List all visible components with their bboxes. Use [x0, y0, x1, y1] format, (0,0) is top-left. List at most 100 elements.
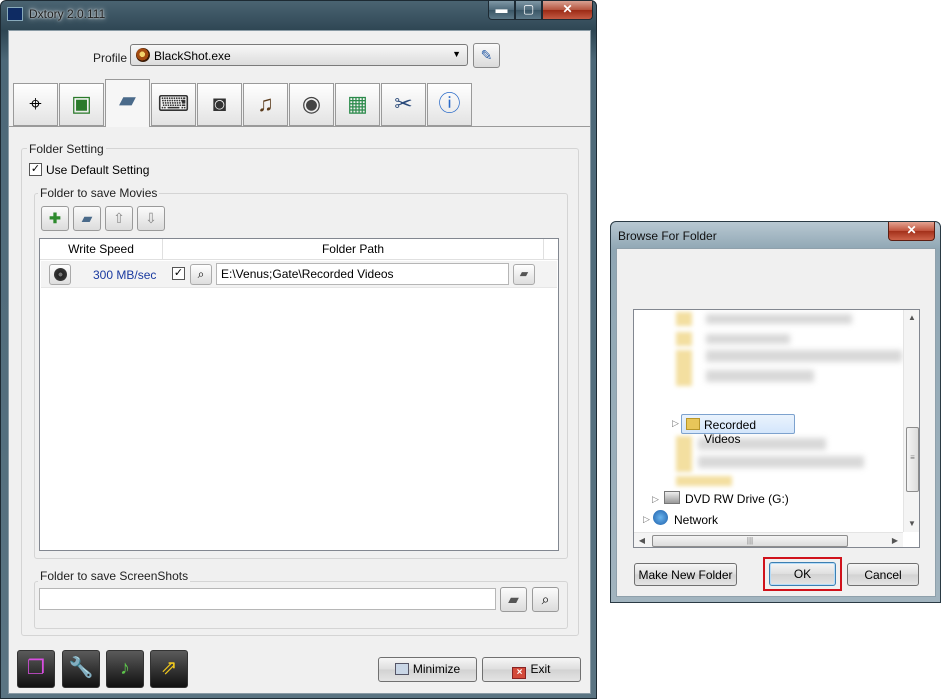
- camcorder-icon: ◙: [212, 91, 227, 116]
- disk-benchmark-button[interactable]: [49, 264, 71, 285]
- expand-arrow-icon[interactable]: ▷: [643, 514, 650, 525]
- tab-8[interactable]: ✂: [381, 83, 426, 126]
- cancel-button[interactable]: Cancel: [847, 563, 919, 586]
- tab-2[interactable]: ▰: [105, 79, 150, 127]
- redacted-entry: [706, 334, 790, 344]
- overlay-toggle-button[interactable]: ❐: [17, 650, 55, 688]
- tree-item-recorded-videos[interactable]: Recorded Videos: [681, 414, 795, 446]
- folder-path-input[interactable]: E:\Venus;Gate\Recorded Videos: [216, 263, 509, 285]
- settings-wrench-button[interactable]: 🔧: [62, 650, 100, 688]
- folder-open-icon: ▰: [508, 591, 519, 607]
- browse-folder-dialog: Browse For Folder ✕ ▷ Recorded Videos ▷ …: [610, 221, 941, 603]
- column-header-write-speed[interactable]: Write Speed: [40, 239, 163, 260]
- redacted-folder-icon: [676, 436, 692, 472]
- profile-dropdown[interactable]: BlackShot.exe ▼: [130, 44, 468, 66]
- arrow-down-icon: ⇩: [145, 210, 157, 226]
- magnifier-icon: ⌕: [541, 591, 550, 607]
- dialog-close-button[interactable]: ✕: [888, 222, 935, 241]
- screenshots-search-button[interactable]: ⌕: [532, 587, 559, 612]
- tab-7[interactable]: ▦: [335, 83, 380, 126]
- profile-app-icon: [136, 48, 150, 62]
- tab-9[interactable]: ⓘ: [427, 83, 472, 126]
- ok-button[interactable]: OK: [769, 562, 836, 586]
- folder-open-icon: ▰: [519, 268, 529, 280]
- vertical-scrollbar[interactable]: ▲ ≡ ▼: [903, 310, 919, 532]
- screenshots-folder-label: Folder to save ScreenShots: [38, 569, 191, 583]
- folder-enabled-checkbox[interactable]: ✓: [172, 267, 185, 280]
- open-folder-button[interactable]: ▰: [73, 206, 101, 231]
- edit-profile-button[interactable]: ✎: [473, 43, 500, 68]
- music-note-icon: ♪: [120, 657, 130, 679]
- minimize-app-button[interactable]: Minimize: [378, 657, 477, 682]
- close-window-button[interactable]: ✕: [542, 1, 593, 20]
- pencil-icon: ✎: [480, 47, 493, 63]
- move-up-button[interactable]: ⇧: [105, 206, 133, 231]
- folder-open-icon: ▰: [81, 210, 93, 226]
- tab-5[interactable]: ♫: [243, 83, 288, 126]
- write-speed-value: 300 MB/sec: [93, 268, 157, 282]
- scroll-thumb[interactable]: |||: [652, 535, 848, 547]
- screenshots-browse-button[interactable]: ▰: [500, 587, 527, 612]
- dropdown-arrow-icon: ▼: [452, 49, 461, 59]
- expand-arrow-icon[interactable]: ▷: [672, 418, 679, 429]
- expand-arrow-icon[interactable]: ▷: [652, 494, 659, 505]
- column-header-folder-path[interactable]: Folder Path: [163, 239, 544, 260]
- disk-icon: [54, 268, 67, 281]
- add-folder-icon: ✚: [49, 210, 61, 226]
- movie-folder-list[interactable]: Write Speed Folder Path 300 MB/sec ✓ ⌕ E…: [39, 238, 559, 551]
- minimize-window-button[interactable]: ▬: [488, 1, 515, 20]
- dxtory-window: Dxtory 2.0.111 ▬ ▢ ✕ Profile BlackShot.e…: [0, 0, 597, 699]
- minimize-icon: [394, 663, 409, 675]
- audio-toggle-button[interactable]: ♪: [106, 650, 144, 688]
- browse-folder-button[interactable]: ▰: [513, 264, 535, 285]
- move-down-button[interactable]: ⇩: [137, 206, 165, 231]
- scroll-thumb[interactable]: ≡: [906, 427, 919, 492]
- redacted-entry: [706, 314, 852, 324]
- close-icon: ✕: [906, 223, 917, 237]
- tab-6[interactable]: ◉: [289, 83, 334, 126]
- chip-icon: ▦: [347, 91, 368, 116]
- crosshair-icon: ⌖: [29, 91, 42, 116]
- scroll-right-icon[interactable]: ▶: [887, 533, 903, 547]
- export-button[interactable]: ⇗: [150, 650, 188, 688]
- use-default-label[interactable]: Use Default Setting: [46, 163, 149, 177]
- redacted-entry: [706, 370, 814, 382]
- tab-4[interactable]: ◙: [197, 83, 242, 126]
- dxtory-client-area: Profile BlackShot.exe ▼ ✎ ⌖ ▣ ▰ ⌨ ◙ ♫ ◉ …: [8, 30, 591, 694]
- tab-3[interactable]: ⌨: [151, 83, 196, 126]
- network-icon: [653, 510, 668, 525]
- tab-0[interactable]: ⌖: [13, 83, 58, 126]
- minimize-label: Minimize: [412, 662, 461, 676]
- redacted-folder-icon: [676, 476, 732, 486]
- horizontal-scrollbar[interactable]: ◀ ||| ▶: [634, 532, 903, 547]
- info-icon: ⓘ: [438, 91, 461, 116]
- redacted-entry: [706, 350, 902, 362]
- profile-value: BlackShot.exe: [154, 49, 231, 63]
- exit-label: Exit: [530, 662, 551, 676]
- dialog-client-area: ▷ Recorded Videos ▷ DVD RW Drive (G:) ▷ …: [616, 248, 936, 597]
- scroll-down-icon[interactable]: ▼: [904, 516, 919, 532]
- screenshots-path-input[interactable]: [39, 588, 496, 610]
- redacted-folder-icon: [676, 332, 692, 346]
- use-default-checkbox[interactable]: ✓: [29, 163, 42, 176]
- make-new-folder-button[interactable]: Make New Folder: [634, 563, 737, 586]
- scroll-left-icon[interactable]: ◀: [634, 533, 650, 547]
- camera-icon: ◉: [301, 91, 322, 116]
- tree-item-label: Recorded Videos: [704, 418, 757, 446]
- tab-1[interactable]: ▣: [59, 83, 104, 126]
- redacted-folder-icon: [676, 312, 692, 326]
- table-row[interactable]: 300 MB/sec ✓ ⌕ E:\Venus;Gate\Recorded Vi…: [41, 261, 557, 288]
- maximize-window-button[interactable]: ▢: [515, 1, 542, 20]
- dvd-drive-icon: [664, 491, 680, 504]
- exit-button[interactable]: × Exit: [482, 657, 581, 682]
- folder-tree[interactable]: ▷ Recorded Videos ▷ DVD RW Drive (G:) ▷ …: [633, 309, 920, 548]
- arrow-up-icon: ⇧: [113, 210, 125, 226]
- scroll-up-icon[interactable]: ▲: [904, 310, 919, 326]
- add-folder-button[interactable]: ✚: [41, 206, 69, 231]
- search-folder-button[interactable]: ⌕: [190, 264, 212, 285]
- profile-label: Profile: [93, 51, 128, 65]
- folder-icon: [686, 418, 700, 430]
- tree-item-dvd-drive[interactable]: DVD RW Drive (G:): [685, 492, 789, 506]
- tree-item-network[interactable]: Network: [674, 513, 718, 527]
- magnifier-icon: ⌕: [197, 267, 205, 281]
